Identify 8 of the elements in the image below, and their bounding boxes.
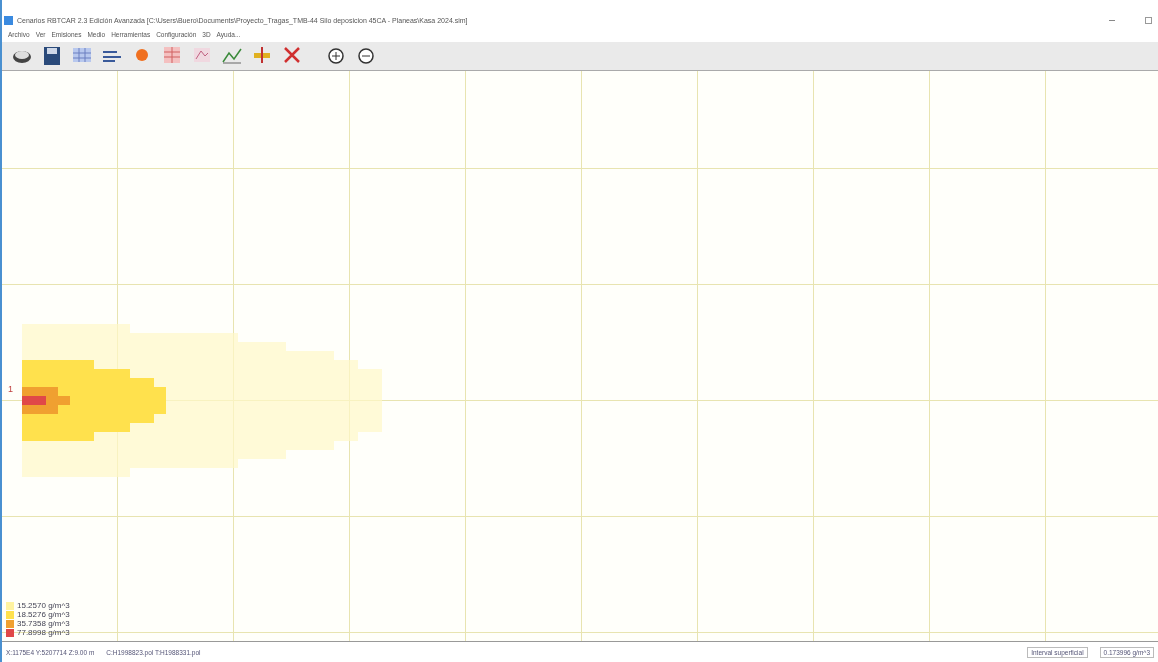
legend-label: 77.8998 g/m^3 bbox=[17, 628, 70, 637]
legend-label: 15.2570 g/m^3 bbox=[17, 601, 70, 610]
minimize-icon[interactable] bbox=[1109, 19, 1115, 21]
app-icon bbox=[4, 15, 13, 25]
legend-label: 35.7358 g/m^3 bbox=[17, 619, 70, 628]
legend-label: 18.5276 g/m^3 bbox=[17, 610, 70, 619]
source-label: 1 bbox=[8, 384, 13, 394]
map-canvas[interactable]: 1 15.2570 g/m^3 18.5276 g/m^3 35.7358 g/m^3 77.8998 g/m^3 bbox=[2, 71, 1158, 641]
